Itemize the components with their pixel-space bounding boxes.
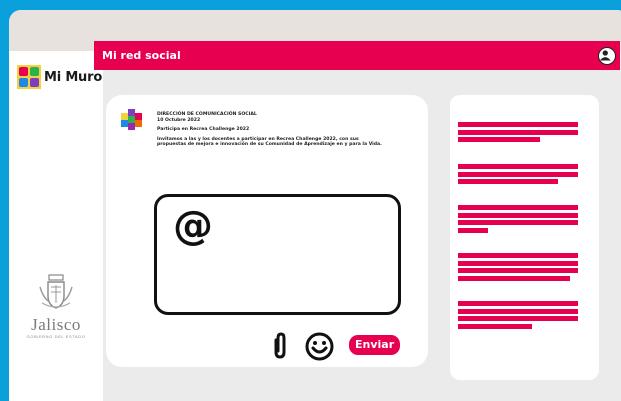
feed-panel [450,95,599,380]
app-logo[interactable]: Mi Muro [17,65,102,89]
post-author-logo-icon [121,109,142,130]
jalisco-crest-icon [39,274,73,309]
feed-item-placeholder[interactable] [458,122,578,145]
send-button[interactable]: Enviar [349,335,401,355]
sidebar: Mi Muro Jalisco GOBIERNO DEL ESTADO [9,51,103,401]
feed-item-placeholder[interactable] [458,301,578,331]
post-card: DIRECCIÓN DE COMUNICACIÓN SOCIAL 10 Octu… [106,95,428,367]
feed-item-placeholder[interactable] [458,205,578,235]
user-avatar-icon[interactable] [598,47,616,65]
post-content: DIRECCIÓN DE COMUNICACIÓN SOCIAL 10 Octu… [157,112,419,148]
feed-item-placeholder[interactable] [458,253,578,283]
paperclip-icon[interactable] [270,332,290,360]
mention-at-icon[interactable]: @ [173,203,213,249]
header-title: Mi red social [102,49,181,62]
logo-text: Mi Muro [44,69,103,85]
smiley-face-icon[interactable] [305,332,334,361]
logo-grid-icon [17,65,41,89]
compose-actions: Enviar [270,330,420,361]
jalisco-name: Jalisco [31,315,81,334]
jalisco-subtitle: GOBIERNO DEL ESTADO [26,334,86,339]
compose-textbox[interactable]: @ [154,194,401,315]
app-header: Mi red social [94,41,620,70]
jalisco-brand: Jalisco GOBIERNO DEL ESTADO [21,273,91,339]
post-body-line-2: propuestas de mejora e innovación de su … [157,142,382,148]
feed-item-placeholder[interactable] [458,164,578,187]
